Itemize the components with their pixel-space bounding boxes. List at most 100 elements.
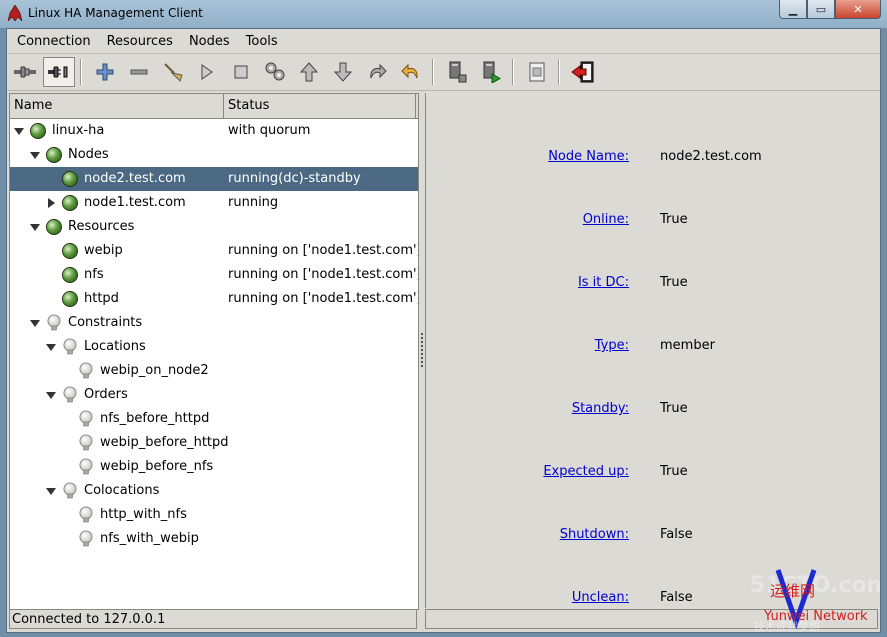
tree-row[interactable]: Nodes [10,143,418,167]
expander-expanded-icon[interactable] [30,320,40,327]
lightbulb-icon [47,314,61,331]
plus-icon [96,63,114,81]
document-icon [529,62,545,82]
add-button[interactable] [89,57,121,87]
expander-expanded-icon[interactable] [14,128,24,135]
tree-row-status: running on ['node1.test.com'] [228,267,419,282]
expander-expanded-icon[interactable] [30,152,40,159]
standby-button[interactable] [441,57,473,87]
undo-button[interactable] [395,57,427,87]
tree-row[interactable]: webip running on ['node1.test.com'] [10,239,418,263]
stop-button[interactable] [225,57,257,87]
property-name-link[interactable]: Expected up: [543,464,629,479]
status-bar: Connected to 127.0.0.1 [9,609,417,629]
property-value: node2.test.com [660,149,762,164]
tree-row[interactable]: webip_before_httpd [10,431,418,455]
column-header-status[interactable]: Status [224,94,416,118]
menu-resources[interactable]: Resources [101,34,179,49]
node-status-ball-icon [46,219,62,235]
expander-expanded-icon[interactable] [46,344,56,351]
maximize-button[interactable]: ▭ [807,0,835,19]
tree-row-status: with quorum [228,123,311,138]
linux-ha-app-icon [8,5,22,21]
minimize-icon: ▁ [788,2,798,16]
details-panel: Node Name: node2.test.com Online: True Is it… [425,93,879,608]
plug-disconnect-icon [48,66,68,78]
tree-row-status: running on ['node1.test.com'] [228,243,419,258]
minus-icon [130,69,148,75]
property-row: Online: True [426,212,879,232]
node-status-ball-icon [62,291,78,307]
tree-row[interactable]: linux-ha with quorum [10,119,418,143]
tree-row[interactable]: Resources [10,215,418,239]
property-name-link[interactable]: Shutdown: [560,527,629,542]
property-value: False [660,590,693,605]
tree-row[interactable]: http_with_nfs [10,503,418,527]
property-name-link[interactable]: Online: [583,212,629,227]
splitter-grip[interactable] [421,333,423,369]
menu-tools[interactable]: Tools [240,34,284,49]
menu-nodes[interactable]: Nodes [183,34,236,49]
move-up-button[interactable] [293,57,325,87]
tree-row[interactable]: node1.test.com running [10,191,418,215]
node-status-ball-icon [62,171,78,187]
disconnect-button[interactable] [43,57,75,87]
property-value: True [660,464,688,479]
tree-row[interactable]: nfs running on ['node1.test.com'] [10,263,418,287]
property-name-link[interactable]: Node Name: [548,149,629,164]
property-name-link[interactable]: Type: [595,338,629,353]
tree-row[interactable]: Locations [10,335,418,359]
lightbulb-icon [79,458,93,475]
tree-row-label: nfs_with_webip [100,531,199,546]
property-row: Node Name: node2.test.com [426,149,879,169]
start-button[interactable] [191,57,223,87]
migrate-button[interactable] [259,57,291,87]
property-name-link[interactable]: Standby: [572,401,629,416]
plug-connect-icon [14,66,36,78]
standby-node-icon [449,61,467,83]
expander-collapsed-icon[interactable] [48,198,55,208]
tree-row-label: Locations [84,339,146,354]
active-node-icon [483,61,501,83]
lightbulb-icon [79,506,93,523]
menu-connection[interactable]: Connection [11,34,97,49]
play-icon [201,64,213,80]
tree-row-label: Nodes [68,147,109,162]
tree-row[interactable]: Orders [10,383,418,407]
remove-button[interactable] [123,57,155,87]
tree-row[interactable]: nfs_before_httpd [10,407,418,431]
exit-button[interactable] [567,57,599,87]
property-name-link[interactable]: Is it DC: [578,275,629,290]
column-header-name[interactable]: Name [10,94,224,118]
tree-row[interactable]: webip_before_nfs [10,455,418,479]
property-name-link[interactable]: Unclean: [572,590,629,605]
tree-row-label: http_with_nfs [100,507,187,522]
connect-button[interactable] [9,57,41,87]
tree-row[interactable]: Colocations [10,479,418,503]
cluster-tree: Name Status linux-ha with quorum Nodes node… [9,93,419,610]
expander-expanded-icon[interactable] [30,224,40,231]
expander-expanded-icon[interactable] [46,392,56,399]
title-bar[interactable]: Linux HA Management Client ▁ ▭ ✕ [0,0,887,28]
tree-row-label: httpd [84,291,119,306]
tree-row-label: Constraints [68,315,143,330]
tree-row-label: webip_before_nfs [100,459,214,474]
tree-row[interactable]: nfs_with_webip [10,527,418,551]
expander-expanded-icon[interactable] [46,488,56,495]
view-log-button[interactable] [521,57,553,87]
move-down-button[interactable] [327,57,359,87]
property-value: member [660,338,715,353]
tree-row[interactable]: Constraints [10,311,418,335]
active-button[interactable] [475,57,507,87]
cleanup-button[interactable] [157,57,189,87]
tree-row[interactable]: httpd running on ['node1.test.com'] [10,287,418,311]
property-row: Is it DC: True [426,275,879,295]
tree-row[interactable]: webip_on_node2 [10,359,418,383]
lightbulb-icon [79,434,93,451]
arrow-up-icon [300,62,318,82]
minimize-button[interactable]: ▁ [779,0,807,19]
redo-button[interactable] [361,57,393,87]
property-row: Type: member [426,338,879,358]
tree-row[interactable]: node2.test.com running(dc)-standby [10,167,418,191]
close-button[interactable]: ✕ [835,0,881,19]
